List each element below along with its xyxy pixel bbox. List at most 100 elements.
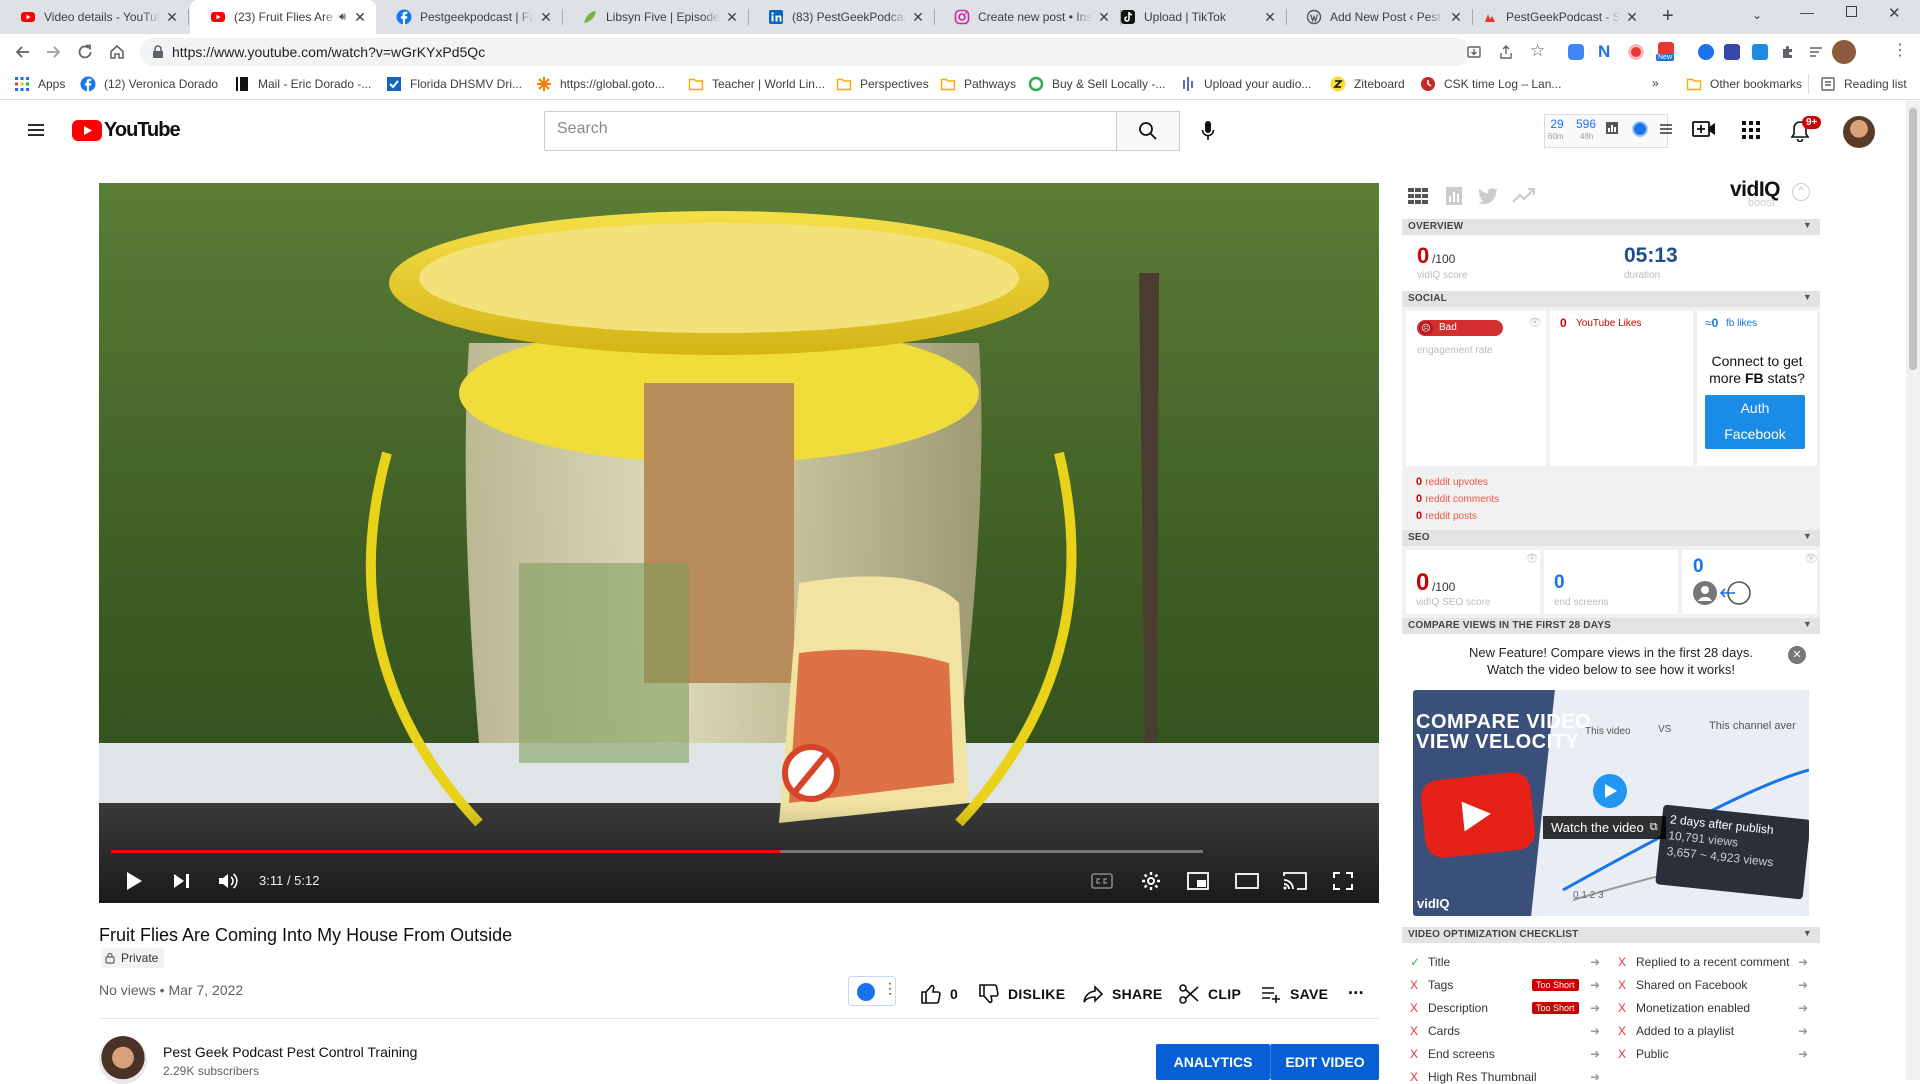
- list-menu-icon[interactable]: [1660, 123, 1672, 135]
- checklist-item[interactable]: X Monetization enabled: [1618, 1001, 1750, 1015]
- next-icon[interactable]: [173, 873, 191, 889]
- browser-tab[interactable]: Add New Post ‹ Pest Geek ✕: [1286, 0, 1472, 34]
- bookmark-item[interactable]: Perspectives: [836, 76, 929, 92]
- channel-name[interactable]: Pest Geek Podcast Pest Control Training: [163, 1044, 417, 1060]
- minimize-button[interactable]: —: [1800, 4, 1814, 20]
- bookmark-item[interactable]: Teacher | World Lin...: [688, 76, 825, 92]
- arrow-right-icon[interactable]: ➜: [1798, 1001, 1808, 1015]
- bookmark-item[interactable]: Mail - Eric Dorado -...: [234, 76, 371, 92]
- twitter-icon[interactable]: [1478, 188, 1498, 204]
- close-icon[interactable]: ✕: [1788, 646, 1806, 664]
- checklist-item[interactable]: X Replied to a recent comment: [1618, 955, 1789, 969]
- reading-list-button[interactable]: Reading list: [1820, 76, 1907, 92]
- arrow-right-icon[interactable]: ➜: [1590, 1047, 1600, 1061]
- eye-icon[interactable]: 👁︎: [1525, 552, 1539, 565]
- dislike-button[interactable]: DISLIKE: [978, 983, 1065, 1005]
- bookmark-item[interactable]: Pathways: [940, 76, 1016, 92]
- eye-icon[interactable]: 👁︎: [1528, 316, 1542, 329]
- browser-tab[interactable]: Upload | TikTok ✕: [1100, 0, 1286, 34]
- arrow-right-icon[interactable]: ➜: [1590, 1024, 1600, 1038]
- checklist-section-header[interactable]: VIDEO OPTIMIZATION CHECKLIST ▼: [1402, 927, 1820, 943]
- video-player[interactable]: 3:11 / 5:12: [99, 183, 1379, 903]
- shortcut-extension-icon[interactable]: [1752, 44, 1768, 60]
- microphone-icon[interactable]: [1200, 120, 1216, 142]
- watch-video-link[interactable]: Watch the video ⧉: [1543, 816, 1666, 839]
- reading-mode-icon[interactable]: [1808, 44, 1824, 60]
- create-video-icon[interactable]: [1692, 119, 1716, 139]
- close-icon[interactable]: ✕: [724, 9, 740, 25]
- reload-icon[interactable]: [76, 43, 94, 61]
- more-bookmarks-button[interactable]: »: [1652, 76, 1659, 90]
- menu-kebab-icon[interactable]: ⋮: [1892, 40, 1908, 60]
- compare-section-header[interactable]: COMPARE VIEWS IN THE FIRST 28 DAYS ▼: [1402, 618, 1820, 634]
- puzzle-extensions-icon[interactable]: [1780, 44, 1796, 60]
- close-icon[interactable]: ✕: [164, 9, 180, 25]
- bookmark-item[interactable]: (12) Veronica Dorado: [80, 76, 218, 92]
- browser-tab[interactable]: Libsyn Five | Episode Details ✕: [562, 0, 748, 34]
- browser-tab[interactable]: Pestgeekpodcast | Facebook ✕: [376, 0, 562, 34]
- vidiq-toggle-icon[interactable]: [1632, 121, 1648, 137]
- scrollbar-thumb[interactable]: [1909, 108, 1917, 370]
- other-bookmarks-folder[interactable]: Other bookmarks: [1686, 76, 1802, 92]
- captions-icon[interactable]: [1091, 872, 1113, 890]
- like-button[interactable]: 0: [920, 983, 958, 1005]
- arrow-right-icon[interactable]: ➜: [1798, 955, 1808, 969]
- checklist-item[interactable]: ✓ Title: [1410, 955, 1450, 969]
- more-actions-button[interactable]: ...: [1348, 978, 1364, 999]
- checklist-item[interactable]: X Tags: [1410, 978, 1453, 992]
- cast-icon[interactable]: [1283, 872, 1307, 890]
- lock-icon[interactable]: [152, 45, 164, 59]
- apps-grid-icon[interactable]: [1742, 121, 1760, 139]
- arrow-right-icon[interactable]: ➜: [1798, 1024, 1808, 1038]
- restore-button[interactable]: [1846, 6, 1857, 17]
- browser-tab[interactable]: PestGeekPodcast - SEO ✕: [1462, 0, 1648, 34]
- bookmark-item[interactable]: Buy & Sell Locally -...: [1028, 76, 1165, 92]
- stats-chart-icon[interactable]: [1446, 187, 1462, 205]
- search-button[interactable]: [1116, 111, 1180, 151]
- bookmark-apps[interactable]: Apps: [14, 76, 65, 92]
- bookmark-item[interactable]: Florida DHSMV Dri...: [386, 76, 522, 92]
- search-input[interactable]: Search: [544, 111, 1117, 151]
- fullscreen-icon[interactable]: [1333, 872, 1353, 890]
- share-button[interactable]: SHARE: [1082, 983, 1163, 1005]
- analytics-button[interactable]: ANALYTICS: [1156, 1044, 1270, 1080]
- n-extension-icon[interactable]: N: [1598, 42, 1610, 62]
- share-page-icon[interactable]: [1498, 44, 1514, 60]
- browser-tab[interactable]: Create new post • Instagram ✕: [934, 0, 1120, 34]
- close-icon[interactable]: ✕: [1624, 9, 1640, 25]
- theater-mode-icon[interactable]: [1235, 873, 1259, 889]
- close-icon[interactable]: ✕: [1262, 9, 1278, 25]
- arrow-right-icon[interactable]: ➜: [1798, 1047, 1808, 1061]
- speaker-icon[interactable]: 🔊︎: [339, 11, 346, 24]
- social-section-header[interactable]: SOCIAL ▼: [1402, 291, 1820, 307]
- bookmark-star-icon[interactable]: ☆: [1530, 41, 1545, 61]
- youtube-logo[interactable]: YouTube: [72, 119, 181, 142]
- checklist-item[interactable]: X Public: [1618, 1047, 1669, 1061]
- play-button[interactable]: [1593, 774, 1627, 808]
- arrow-right-icon[interactable]: ➜: [1798, 978, 1808, 992]
- arrow-right-icon[interactable]: ➜: [1590, 1070, 1600, 1084]
- seo-section-header[interactable]: SEO ▼: [1402, 530, 1820, 546]
- forward-arrow-icon[interactable]: [44, 43, 62, 61]
- bookmark-item[interactable]: CSK time Log – Lan...: [1420, 76, 1561, 92]
- profile-avatar[interactable]: [1832, 40, 1856, 64]
- vidiq-action-button[interactable]: ⋮: [848, 976, 897, 1006]
- browser-tab-active[interactable]: (23) Fruit Flies Are Coming 🔊︎ ✕: [190, 0, 376, 34]
- arrow-right-icon[interactable]: ➜: [1590, 955, 1600, 969]
- bar-chart-icon[interactable]: [1606, 122, 1618, 134]
- close-window-button[interactable]: ✕: [1888, 4, 1901, 22]
- checklist-item[interactable]: X Cards: [1410, 1024, 1460, 1038]
- grid-view-icon[interactable]: [1408, 188, 1428, 204]
- checklist-item[interactable]: X Added to a playlist: [1618, 1024, 1734, 1038]
- browser-tab[interactable]: Video details - YouTube ✕: [0, 0, 188, 34]
- auth-facebook-button[interactable]: Auth Facebook: [1705, 395, 1805, 449]
- close-icon[interactable]: ✕: [538, 9, 554, 25]
- close-icon[interactable]: ✕: [352, 9, 368, 25]
- overview-section-header[interactable]: OVERVIEW ▼: [1402, 219, 1820, 235]
- checklist-item[interactable]: X Description: [1410, 1001, 1488, 1015]
- clip-button[interactable]: CLIP: [1178, 983, 1241, 1005]
- bookmark-item[interactable]: Upload your audio...: [1180, 76, 1311, 92]
- arrow-right-icon[interactable]: ➜: [1590, 1001, 1600, 1015]
- checklist-item[interactable]: X End screens: [1410, 1047, 1495, 1061]
- back-arrow-icon[interactable]: [14, 43, 32, 61]
